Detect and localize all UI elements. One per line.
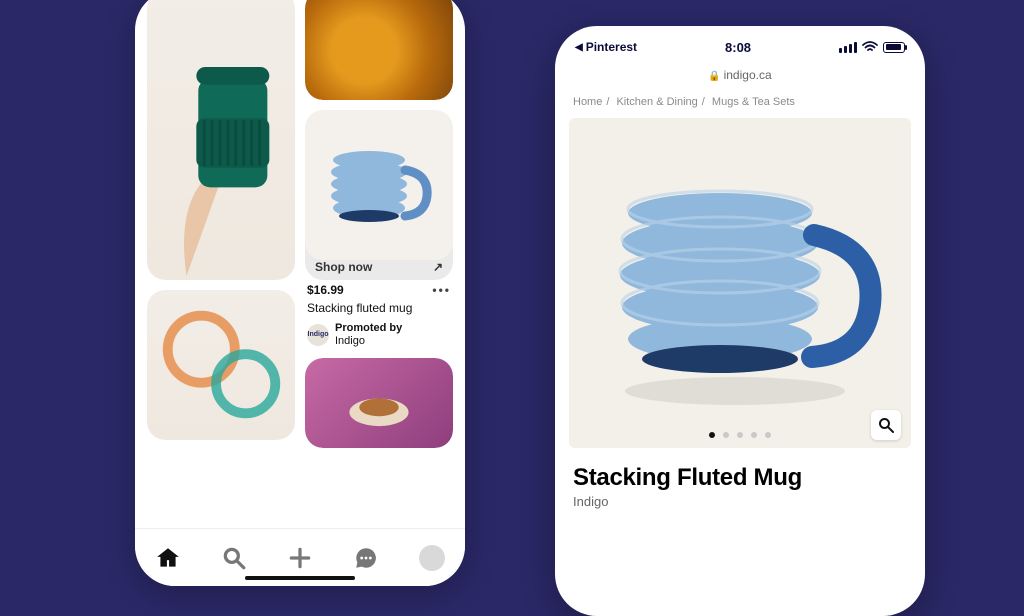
status-right: [839, 41, 905, 53]
back-to-app[interactable]: Pinterest: [575, 40, 637, 54]
pager-dot[interactable]: [765, 432, 771, 438]
product-brand[interactable]: Indigo: [555, 494, 925, 527]
magnifier-icon: [878, 417, 894, 433]
gallery-pager: [569, 432, 911, 438]
open-external-icon: ↗: [433, 260, 443, 274]
pin-price: $16.99: [307, 282, 344, 298]
pin-pink[interactable]: [305, 358, 453, 448]
promoted-label: Promoted by: [335, 322, 402, 334]
crumb-1[interactable]: Kitchen & Dining: [616, 96, 697, 108]
pin-image: [305, 358, 453, 448]
pin-image: [305, 0, 453, 100]
url-domain: indigo.ca: [724, 68, 772, 82]
pager-dot[interactable]: [709, 432, 715, 438]
crumb-2[interactable]: Mugs & Tea Sets: [712, 96, 795, 108]
pager-dot[interactable]: [723, 432, 729, 438]
feed-col-left: [147, 0, 295, 448]
tab-profile-icon[interactable]: [419, 545, 445, 571]
home-indicator: [245, 576, 355, 580]
safari-url-bar[interactable]: indigo.ca: [555, 68, 925, 90]
signal-icon: [839, 42, 857, 53]
pager-dot[interactable]: [751, 432, 757, 438]
pin-promoted[interactable]: Indigo Promoted by Indigo: [307, 322, 451, 347]
pinterest-tabbar: [135, 528, 465, 586]
pin-glasses[interactable]: [147, 290, 295, 440]
product-title: Stacking Fluted Mug: [555, 448, 925, 494]
breadcrumb: Home/ Kitchen & Dining/ Mugs & Tea Sets: [555, 90, 925, 118]
promoter-text: Promoted by Indigo: [335, 322, 402, 347]
pin-meta: $16.99 ••• Stacking fluted mug Indigo Pr…: [305, 280, 453, 348]
pin-shoppable-mug[interactable]: Shop now ↗ $16.99 ••• Stacking fluted mu…: [305, 110, 453, 348]
crumb-0[interactable]: Home: [573, 96, 602, 108]
promoter-name: Indigo: [335, 335, 365, 347]
back-app-label: Pinterest: [586, 40, 637, 54]
wifi-icon: [862, 41, 878, 53]
pin-overflow-icon[interactable]: •••: [432, 282, 451, 298]
pinterest-phone: Shop now ↗ $16.99 ••• Stacking fluted mu…: [135, 0, 465, 586]
pager-dot[interactable]: [737, 432, 743, 438]
tab-search-icon[interactable]: [221, 545, 247, 571]
product-hero[interactable]: [569, 118, 911, 448]
shop-now-label: Shop now: [315, 260, 372, 274]
tab-inbox-icon[interactable]: [353, 545, 379, 571]
status-clock: 8:08: [725, 40, 751, 55]
pin-image: [147, 290, 295, 440]
safari-phone: Pinterest 8:08 indigo.ca Home/ Kitchen &…: [555, 26, 925, 616]
tab-home-icon[interactable]: [155, 545, 181, 571]
promoter-avatar: Indigo: [307, 324, 329, 346]
feed-col-right: Shop now ↗ $16.99 ••• Stacking fluted mu…: [305, 0, 453, 448]
zoom-button[interactable]: [871, 410, 901, 440]
tab-create-icon[interactable]: [287, 545, 313, 571]
pin-title: Stacking fluted mug: [307, 298, 451, 316]
pinterest-feed: Shop now ↗ $16.99 ••• Stacking fluted mu…: [135, 0, 465, 528]
status-bar: Pinterest 8:08: [555, 26, 925, 68]
pin-amber-glass[interactable]: [305, 0, 453, 100]
pin-green-cup[interactable]: [147, 0, 295, 280]
pin-image: [147, 0, 295, 280]
battery-icon: [883, 42, 905, 53]
pin-image: [305, 110, 453, 260]
